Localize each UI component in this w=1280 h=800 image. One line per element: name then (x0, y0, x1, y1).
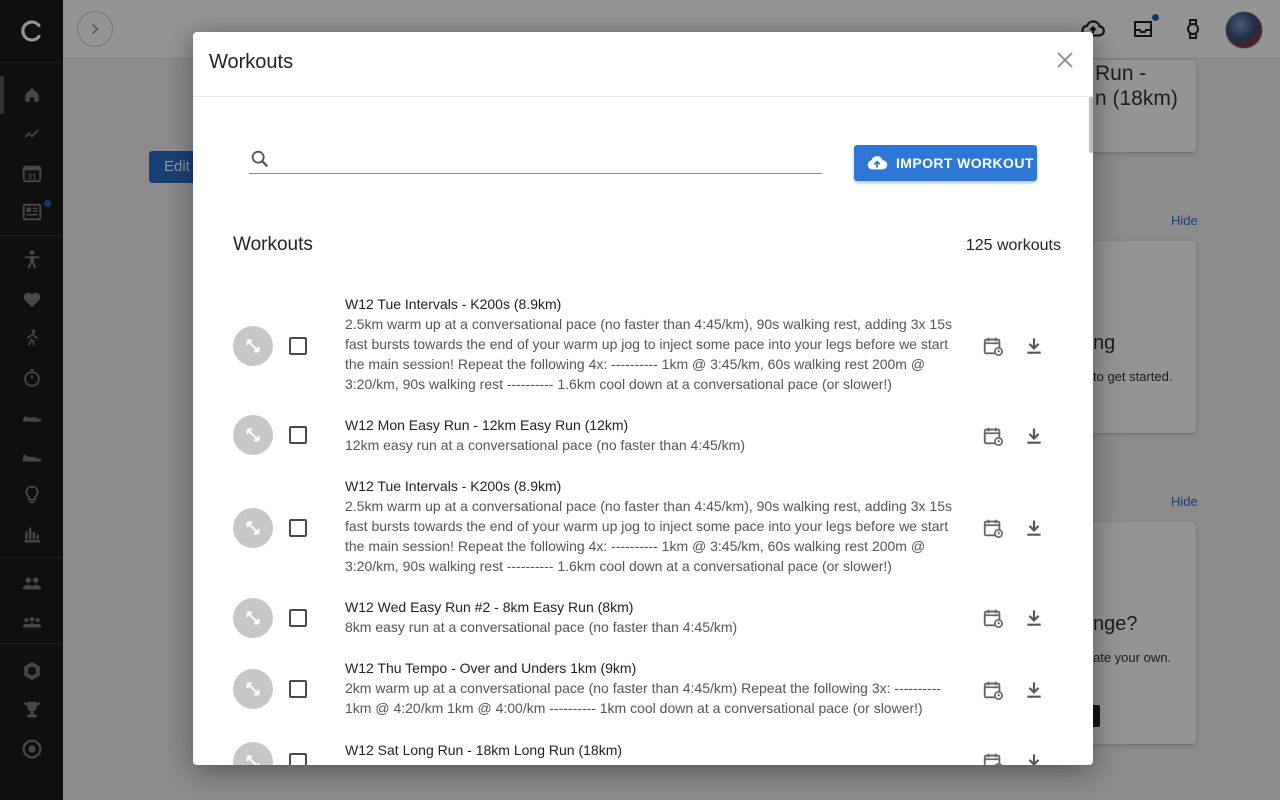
row-checkbox[interactable] (289, 680, 307, 698)
schedule-calendar-icon[interactable] (981, 606, 1005, 630)
expand-arrows-icon (233, 326, 273, 366)
workout-name: W12 Sat Long Run - 18km Long Run (18km) (345, 742, 623, 758)
workout-name: W12 Mon Easy Run - 12km Easy Run (12km) (345, 417, 629, 433)
cloud-upload-icon (867, 156, 888, 170)
workout-text: W12 Tue Intervals - K200s (8.9km) 2.5km … (345, 294, 965, 394)
list-title: Workouts (233, 234, 313, 255)
search-input[interactable] (279, 145, 813, 173)
workout-text: W12 Mon Easy Run - 12km Easy Run (12km) … (345, 415, 965, 455)
workout-name: W12 Wed Easy Run #2 - 8km Easy Run (8km) (345, 599, 634, 615)
close-button[interactable] (1053, 48, 1077, 72)
workout-text: W12 Thu Tempo - Over and Unders 1km (9km… (345, 658, 965, 718)
workout-description: 2.5km warm up at a conversational pace (… (345, 316, 952, 392)
workout-name: W12 Tue Intervals - K200s (8.9km) (345, 296, 562, 312)
dialog-title: Workouts (209, 51, 294, 73)
workout-text: W12 Tue Intervals - K200s (8.9km) 2.5km … (345, 476, 965, 576)
schedule-calendar-icon[interactable] (981, 516, 1005, 540)
row-checkbox[interactable] (289, 337, 307, 355)
download-icon[interactable] (1022, 750, 1046, 765)
expand-arrows-icon (233, 415, 273, 455)
expand-arrows-icon (233, 598, 273, 638)
workouts-dialog: Workouts IMPORT WORKOUT Workouts 125 wor… (193, 32, 1093, 765)
row-checkbox[interactable] (289, 753, 307, 765)
workout-row[interactable]: W12 Tue Intervals - K200s (8.9km) 2.5km … (193, 476, 1093, 576)
workout-text: W12 Wed Easy Run #2 - 8km Easy Run (8km)… (345, 597, 965, 637)
workout-row[interactable]: W12 Mon Easy Run - 12km Easy Run (12km) … (193, 415, 1093, 455)
search-icon (249, 148, 271, 175)
schedule-calendar-icon[interactable] (981, 678, 1005, 702)
expand-arrows-icon (233, 669, 273, 709)
dialog-header: Workouts (193, 32, 1093, 97)
workout-text: W12 Sat Long Run - 18km Long Run (18km) (345, 740, 965, 760)
workout-name: W12 Thu Tempo - Over and Unders 1km (9km… (345, 660, 637, 676)
row-checkbox[interactable] (289, 519, 307, 537)
row-checkbox[interactable] (289, 426, 307, 444)
workout-description: 2km warm up at a conversational pace (no… (345, 680, 942, 716)
schedule-calendar-icon[interactable] (981, 334, 1005, 358)
import-workout-button[interactable]: IMPORT WORKOUT (854, 145, 1037, 181)
download-icon[interactable] (1022, 516, 1046, 540)
scrollbar-thumb[interactable] (1089, 97, 1093, 153)
search-field (249, 145, 822, 174)
workout-description: 12km easy run at a conversational pace (… (345, 437, 745, 453)
download-icon[interactable] (1022, 606, 1046, 630)
import-workout-label: IMPORT WORKOUT (896, 155, 1034, 171)
download-icon[interactable] (1022, 424, 1046, 448)
schedule-calendar-icon[interactable] (981, 424, 1005, 448)
expand-arrows-icon (233, 508, 273, 548)
download-icon[interactable] (1022, 334, 1046, 358)
workout-description: 2.5km warm up at a conversational pace (… (345, 498, 952, 574)
download-icon[interactable] (1022, 678, 1046, 702)
workout-row[interactable]: W12 Sat Long Run - 18km Long Run (18km) (193, 740, 1093, 765)
close-icon (1057, 52, 1073, 68)
row-checkbox[interactable] (289, 609, 307, 627)
workout-name: W12 Tue Intervals - K200s (8.9km) (345, 478, 562, 494)
workout-count: 125 workouts (965, 237, 1061, 254)
workout-row[interactable]: W12 Thu Tempo - Over and Unders 1km (9km… (193, 658, 1093, 718)
workout-row[interactable]: W12 Tue Intervals - K200s (8.9km) 2.5km … (193, 294, 1093, 394)
workout-row[interactable]: W12 Wed Easy Run #2 - 8km Easy Run (8km)… (193, 597, 1093, 638)
schedule-calendar-icon[interactable] (981, 750, 1005, 765)
expand-arrows-icon (233, 742, 273, 765)
workout-description: 8km easy run at a conversational pace (n… (345, 619, 738, 635)
